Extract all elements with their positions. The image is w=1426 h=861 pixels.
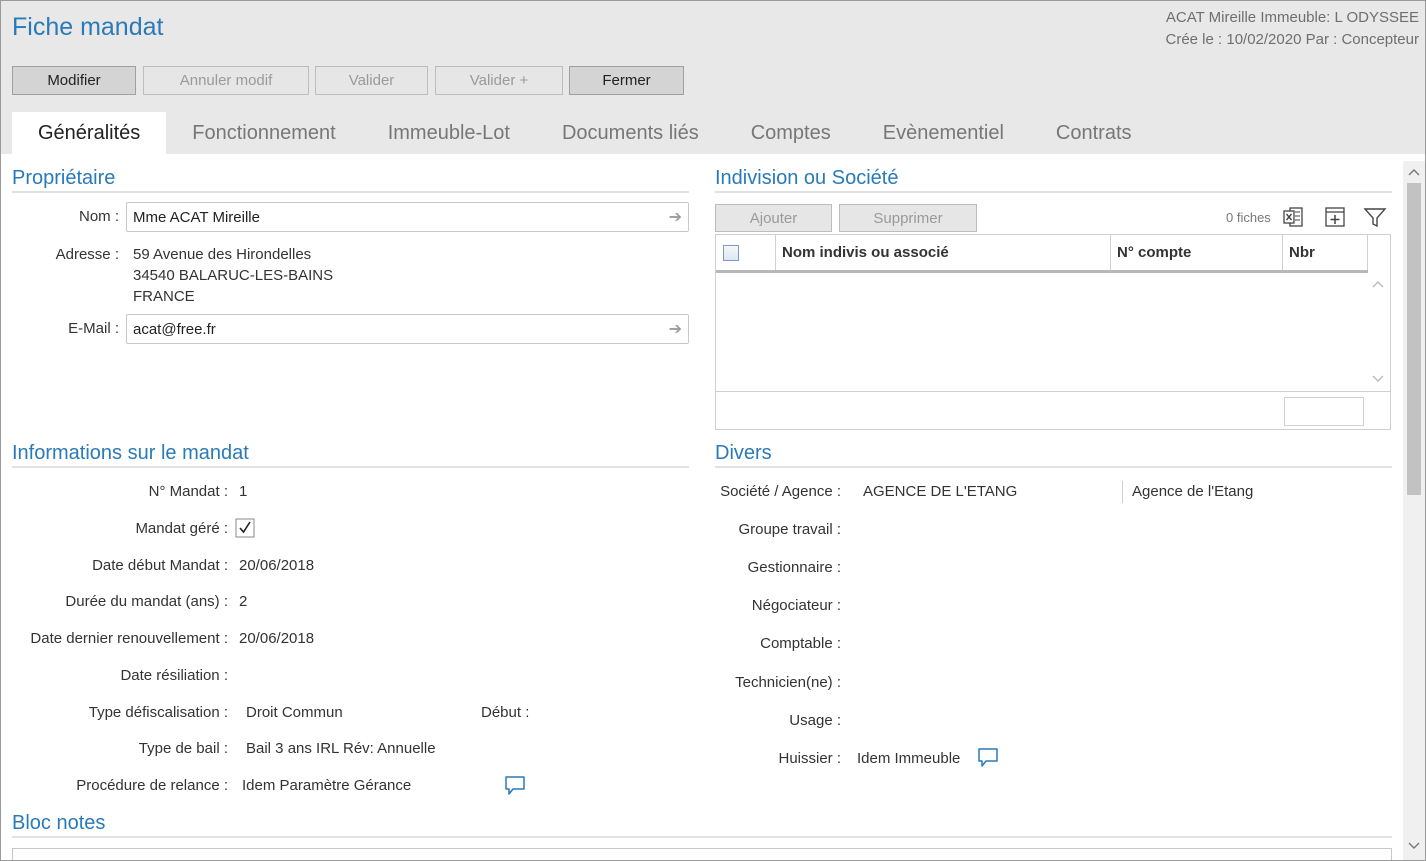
nom-field[interactable]: Mme ACAT Mireille ➔: [126, 202, 689, 232]
tab-bar: Généralités Fonctionnement Immeuble-Lot …: [12, 112, 1158, 154]
col-numero-compte[interactable]: N° compte: [1111, 235, 1283, 270]
page-scrollbar[interactable]: [1403, 161, 1425, 860]
col-nom-indivis[interactable]: Nom indivis ou associé: [776, 235, 1111, 270]
agence-divider: [1122, 481, 1123, 503]
page-title: Fiche mandat: [12, 13, 164, 41]
adresse-line1: 59 Avenue des Hirondelles: [133, 246, 312, 263]
duree-mandat-label: Durée du mandat (ans) :: [65, 593, 228, 610]
procedure-relance-label: Procédure de relance :: [76, 777, 228, 794]
type-defiscalisation-label: Type défiscalisation :: [88, 704, 228, 721]
mandat-divider: [12, 466, 689, 468]
nom-label: Nom :: [78, 208, 119, 225]
societe-agence-value[interactable]: AGENCE DE L'ETANG: [863, 483, 1017, 500]
type-bail-label: Type de bail :: [138, 740, 228, 757]
select-all-checkbox[interactable]: [723, 244, 739, 261]
grid-footer-divider: [716, 391, 1390, 392]
grid-select-all[interactable]: [716, 235, 776, 270]
scrollbar-thumb[interactable]: [1407, 183, 1421, 495]
tab-comptes[interactable]: Comptes: [725, 112, 857, 154]
negociateur-label: Négociateur :: [751, 597, 841, 614]
grid-header: Nom indivis ou associé N° compte Nbr: [716, 235, 1368, 273]
adresse-label: Adresse :: [55, 246, 119, 263]
societe-agence-label: Société / Agence :: [720, 483, 841, 500]
bloc-notes-divider: [12, 836, 1392, 838]
procedure-relance-value[interactable]: Idem Paramètre Gérance: [242, 777, 411, 794]
adresse-line2: 34540 BALARUC-LES-BAINS: [133, 267, 334, 284]
scroll-down-icon[interactable]: [1408, 841, 1420, 851]
duree-mandat-value: 2: [239, 593, 248, 610]
header-bar: Fiche mandat ACAT Mireille Immeuble: L O…: [1, 1, 1425, 154]
debut-label: Début :: [481, 704, 530, 721]
mandat-gere-label: Mandat géré :: [135, 520, 228, 537]
proprietaire-title: Propriétaire: [12, 167, 116, 189]
tab-immeuble-lot[interactable]: Immeuble-Lot: [362, 112, 536, 154]
proprietaire-divider: [12, 191, 689, 193]
arrow-right-icon[interactable]: ➔: [669, 207, 682, 227]
nom-value: Mme ACAT Mireille: [133, 208, 260, 226]
email-field[interactable]: acat@free.fr ➔: [126, 314, 689, 344]
email-value: acat@free.fr: [133, 320, 216, 338]
numero-mandat-label: N° Mandat :: [148, 483, 228, 500]
add-row-icon[interactable]: [1324, 206, 1346, 228]
valider-plus-button[interactable]: Valider +: [435, 66, 563, 95]
annuler-modif-button[interactable]: Annuler modif: [143, 66, 309, 95]
gestionnaire-label: Gestionnaire :: [747, 559, 841, 576]
huissier-value[interactable]: Idem Immeuble: [857, 750, 960, 767]
adresse-line3: FRANCE: [133, 288, 195, 305]
tab-generalites[interactable]: Généralités: [12, 112, 167, 154]
technicien-label: Technicien(ne) :: [735, 674, 841, 691]
supprimer-button[interactable]: Supprimer: [839, 204, 977, 232]
fermer-button[interactable]: Fermer: [569, 66, 684, 95]
date-renouvellement-value: 20/06/2018: [239, 630, 315, 647]
indivision-grid: Nom indivis ou associé N° compte Nbr: [715, 234, 1391, 430]
tab-contrats[interactable]: Contrats: [1030, 112, 1158, 154]
comptable-label: Comptable :: [760, 635, 841, 652]
tab-evenementiel[interactable]: Evènementiel: [857, 112, 1030, 154]
huissier-label: Huissier :: [778, 750, 841, 767]
scroll-up-icon[interactable]: [1372, 279, 1384, 289]
date-renouvellement-label: Date dernier renouvellement :: [30, 630, 228, 647]
comment-icon[interactable]: [977, 747, 999, 769]
scroll-down-icon[interactable]: [1372, 374, 1384, 384]
mandat-title: Informations sur le mandat: [12, 442, 249, 464]
agence-name-value: Agence de l'Etang: [1132, 483, 1254, 500]
divers-divider: [715, 466, 1392, 468]
modifier-button[interactable]: Modifier: [12, 66, 136, 95]
filter-icon[interactable]: [1363, 206, 1387, 228]
header-info-line2: Crée le : 10/02/2020 Par : Concepteur: [1165, 31, 1420, 48]
comment-icon[interactable]: [504, 775, 526, 797]
date-debut-label: Date début Mandat :: [92, 557, 228, 574]
fiches-count: 0 fiches: [1226, 210, 1271, 225]
header-info: ACAT Mireille Immeuble: L ODYSSEE Crée l…: [1166, 7, 1420, 51]
mandat-gere-checkbox[interactable]: [235, 518, 255, 538]
usage-label: Usage :: [789, 712, 841, 729]
tab-documents-lies[interactable]: Documents liés: [536, 112, 725, 154]
header-info-line1: ACAT Mireille Immeuble: L ODYSSEE: [1165, 9, 1419, 26]
excel-export-icon[interactable]: [1282, 206, 1304, 228]
window: Fiche mandat ACAT Mireille Immeuble: L O…: [0, 0, 1426, 861]
arrow-right-icon[interactable]: ➔: [669, 319, 682, 339]
valider-button[interactable]: Valider: [315, 66, 428, 95]
date-debut-value: 20/06/2018: [239, 557, 315, 574]
numero-mandat-value: 1: [239, 483, 248, 500]
indivision-divider: [715, 191, 1392, 193]
bloc-notes-title: Bloc notes: [12, 812, 106, 834]
email-label: E-Mail :: [68, 320, 119, 337]
type-bail-value[interactable]: Bail 3 ans IRL Rév: Annuelle: [246, 740, 436, 757]
grid-footer-total: [1284, 397, 1364, 426]
type-defiscalisation-value[interactable]: Droit Commun: [246, 704, 343, 721]
groupe-travail-label: Groupe travail :: [738, 521, 841, 538]
ajouter-button[interactable]: Ajouter: [715, 204, 832, 232]
tab-fonctionnement[interactable]: Fonctionnement: [166, 112, 361, 154]
divers-title: Divers: [715, 442, 772, 464]
date-resiliation-label: Date résiliation :: [120, 667, 228, 684]
col-nbr[interactable]: Nbr: [1283, 235, 1368, 270]
scroll-up-icon[interactable]: [1408, 167, 1420, 177]
bloc-notes-textarea[interactable]: [12, 848, 1392, 860]
indivision-title: Indivision ou Société: [715, 167, 899, 189]
